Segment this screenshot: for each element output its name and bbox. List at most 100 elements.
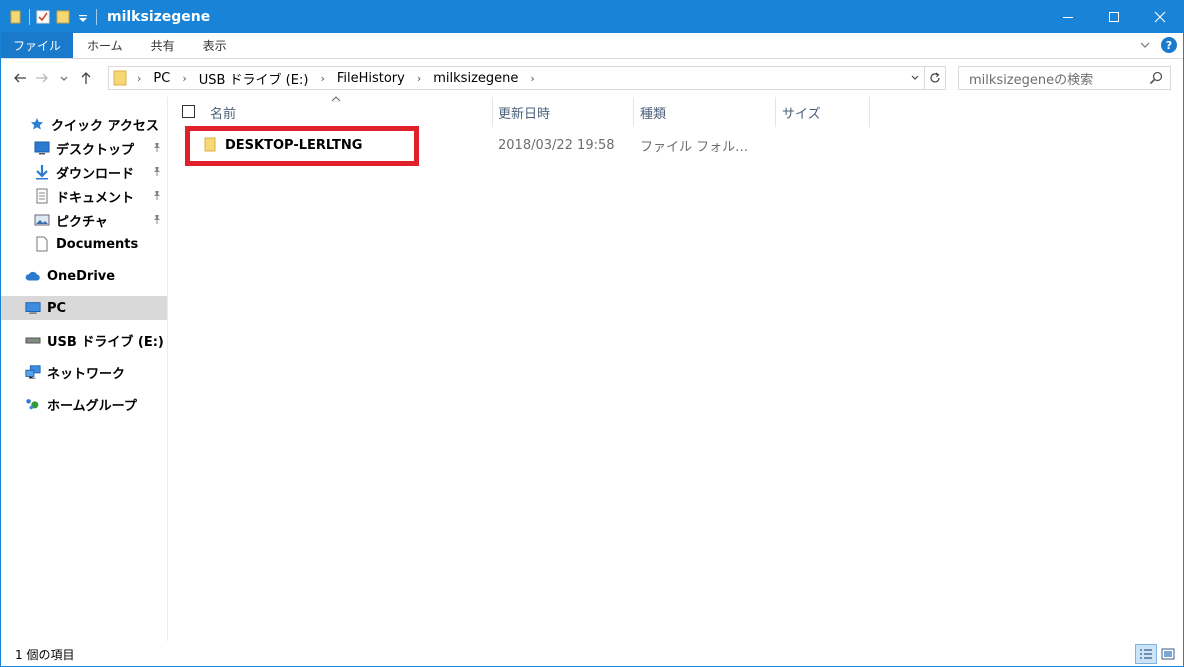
column-header-size-label: サイズ (782, 106, 821, 122)
sidebar-item-documents[interactable]: Documents (1, 232, 167, 256)
maximize-button[interactable] (1091, 1, 1137, 33)
sidebar-item-pictures[interactable]: ピクチャ (1, 208, 167, 232)
pin-icon[interactable] (151, 165, 163, 177)
chevron-right-icon[interactable]: › (530, 72, 534, 85)
sidebar-item-homegroup[interactable]: ホームグループ (1, 392, 167, 416)
new-folder-icon[interactable] (56, 10, 70, 24)
computer-icon (25, 300, 41, 316)
sidebar-item-label: PC (47, 300, 67, 316)
homegroup-icon (25, 396, 41, 412)
sidebar-item-label: ドキュメント (56, 190, 135, 206)
select-all-checkbox[interactable] (182, 105, 195, 118)
file-icon (34, 236, 50, 252)
search-box[interactable]: milksizegeneの検索 (958, 66, 1171, 90)
sidebar-item-label: デスクトップ (56, 142, 135, 158)
breadcrumb-pc[interactable]: PC (153, 71, 170, 86)
recent-locations-button[interactable] (53, 67, 75, 89)
chevron-down-icon (60, 76, 68, 81)
cloud-icon (25, 268, 41, 284)
column-header-type-label: 種類 (640, 106, 667, 122)
sidebar-item-label: クイック アクセス (51, 118, 159, 134)
details-view-button[interactable] (1135, 644, 1157, 664)
column-header-date[interactable]: 更新日時 (491, 97, 634, 127)
sidebar-item-label: OneDrive (47, 268, 116, 284)
address-bar-controls (905, 67, 945, 89)
pin-icon[interactable] (151, 189, 163, 201)
up-button[interactable] (75, 67, 97, 89)
sidebar-item-label: ネットワーク (47, 366, 126, 382)
sidebar-item-pc[interactable]: PC (1, 296, 167, 320)
sidebar-item-documents-jp[interactable]: ドキュメント (1, 184, 167, 208)
item-count: 1 個の項目 (15, 647, 75, 662)
forward-button[interactable] (31, 67, 53, 89)
view-toggle (1135, 644, 1179, 664)
sidebar-item-label: ピクチャ (56, 214, 108, 230)
pin-icon[interactable] (151, 141, 163, 153)
qat-separator-2 (96, 9, 97, 25)
help-button[interactable]: ? (1161, 37, 1177, 53)
window-controls (1045, 1, 1183, 33)
sidebar-item-usb-drive[interactable]: USB ドライブ (E:) (1, 328, 167, 352)
breadcrumb-filehistory[interactable]: FileHistory (337, 71, 405, 86)
sidebar-item-desktop[interactable]: デスクトップ (1, 136, 167, 160)
file-name[interactable]: DESKTOP-LERLTNG (225, 132, 362, 158)
ribbon-expand-icon[interactable] (1139, 39, 1151, 51)
sidebar-item-label: ダウンロード (56, 166, 135, 182)
sidebar-item-label: ホームグループ (47, 398, 137, 414)
tab-share[interactable]: 共有 (137, 32, 189, 58)
close-icon (1154, 11, 1166, 23)
file-row[interactable]: DESKTOP-LERLTNG 2018/03/22 19:58 ファイル フォ… (169, 132, 1183, 158)
back-button[interactable] (9, 67, 31, 89)
document-icon (34, 188, 50, 204)
desktop-icon (34, 140, 50, 156)
network-icon (25, 364, 41, 380)
refresh-icon (930, 72, 940, 83)
column-header-type[interactable]: 種類 (633, 97, 776, 127)
address-dropdown-button[interactable] (905, 67, 925, 89)
refresh-button[interactable] (925, 67, 945, 89)
ribbon-tabs: ファイル ホーム 共有 表示 ? (1, 32, 1183, 59)
nav-buttons (1, 67, 107, 89)
sidebar-item-quick-access[interactable]: クイック アクセス (1, 112, 167, 136)
forward-arrow-icon (36, 73, 48, 83)
tab-home[interactable]: ホーム (73, 32, 137, 58)
pin-icon[interactable] (151, 213, 163, 225)
minimize-button[interactable] (1045, 1, 1091, 33)
tab-file[interactable]: ファイル (1, 32, 74, 58)
chevron-right-icon[interactable]: › (320, 72, 324, 85)
sidebar-item-onedrive[interactable]: OneDrive (1, 264, 167, 288)
chevron-right-icon[interactable]: › (182, 72, 186, 85)
navigation-bar: › PC › USB ドライブ (E:) › FileHistory › mil… (1, 60, 1183, 96)
breadcrumb-milksizegene[interactable]: milksizegene (433, 71, 518, 86)
properties-icon[interactable] (36, 10, 50, 24)
breadcrumb-usb-drive[interactable]: USB ドライブ (E:) (199, 69, 309, 88)
explorer-window: milksizegene ファイル ホーム 共有 表示 ? › PC › USB… (0, 0, 1184, 667)
search-input[interactable]: milksizegeneの検索 (969, 69, 1093, 88)
minimize-icon (1063, 17, 1073, 18)
usb-drive-icon (25, 332, 41, 348)
tab-view[interactable]: 表示 (189, 32, 241, 58)
folder-small-icon (10, 10, 21, 24)
sidebar-item-downloads[interactable]: ダウンロード (1, 160, 167, 184)
file-type: ファイル フォル… (640, 139, 749, 155)
details-view-icon (1140, 649, 1152, 659)
sidebar-item-network[interactable]: ネットワーク (1, 360, 167, 384)
quick-access-toolbar (1, 1, 103, 33)
sidebar-item-label: Documents (56, 236, 139, 252)
maximize-icon (1109, 12, 1119, 22)
close-button[interactable] (1137, 1, 1183, 33)
address-bar[interactable]: › PC › USB ドライブ (E:) › FileHistory › mil… (108, 66, 946, 90)
column-header-size[interactable]: サイズ (775, 97, 870, 127)
title-bar: milksizegene (1, 1, 1183, 33)
qat-dropdown-icon[interactable] (76, 10, 90, 24)
search-icon[interactable] (1148, 70, 1164, 86)
column-header-name[interactable]: 名前 (203, 97, 493, 127)
sidebar-item-label: USB ドライブ (E:) (47, 334, 164, 350)
file-date: 2018/03/22 19:58 (498, 137, 615, 153)
qat-separator (29, 9, 30, 25)
column-header-name-label: 名前 (210, 106, 237, 122)
chevron-right-icon[interactable]: › (137, 72, 141, 85)
chevron-right-icon[interactable]: › (417, 72, 421, 85)
large-icons-view-button[interactable] (1157, 644, 1179, 664)
folder-icon (113, 70, 127, 86)
